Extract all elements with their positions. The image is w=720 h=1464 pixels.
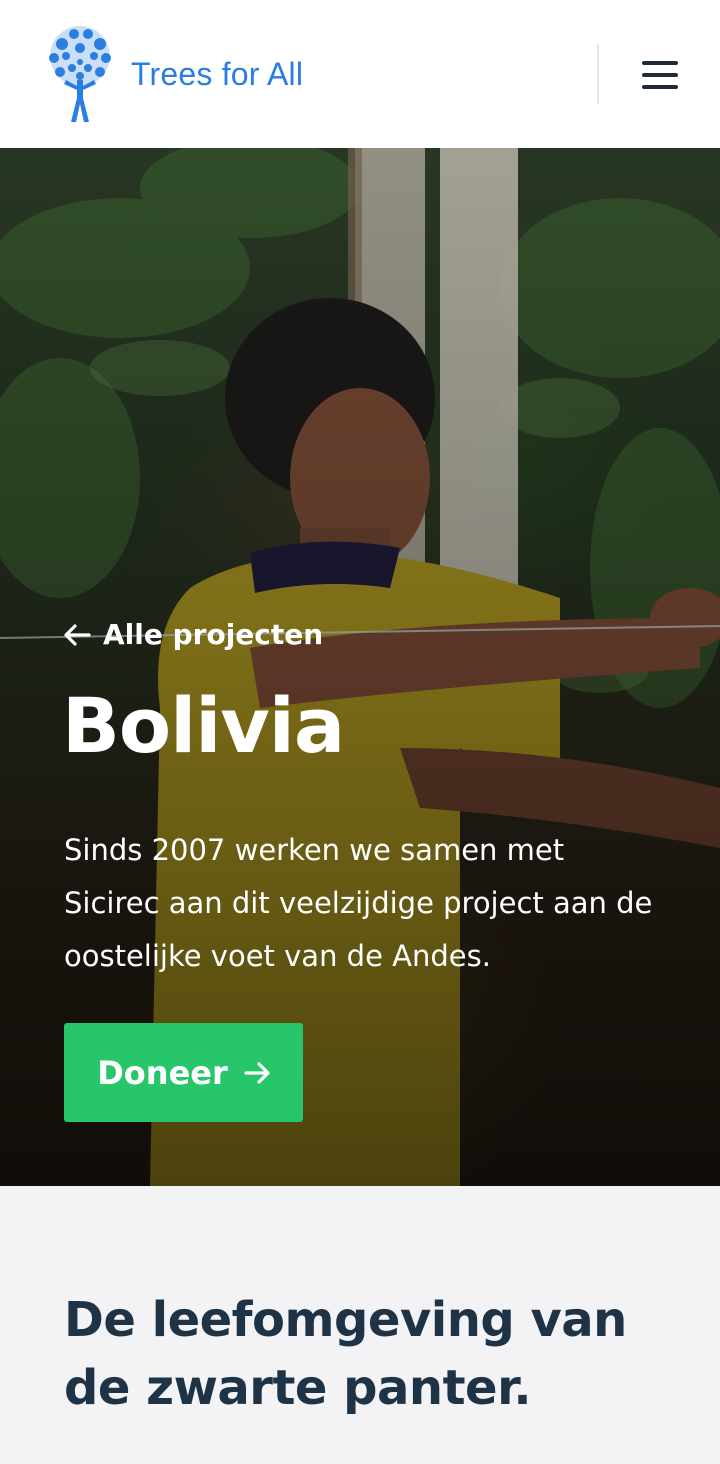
all-projects-link[interactable]: Alle projecten xyxy=(63,618,323,651)
arrow-right-icon xyxy=(244,1061,270,1084)
donate-button[interactable]: Doneer xyxy=(64,1023,303,1122)
hero-banner: Alle projecten Bolivia Sinds 2007 werken… xyxy=(0,148,720,1186)
content-section: De leefomgeving van de zwarte panter. xyxy=(0,1186,720,1464)
hero-description: Sinds 2007 werken we samen met Sicirec a… xyxy=(64,833,653,973)
tree-person-logo-icon[interactable] xyxy=(40,22,120,126)
page-title: Bolivia xyxy=(62,681,345,770)
menu-button[interactable] xyxy=(632,54,688,96)
header-divider xyxy=(597,44,599,104)
site-header: Trees for All xyxy=(0,0,720,148)
section-title: De leefomgeving van de zwarte panter. xyxy=(64,1292,627,1416)
all-projects-label: Alle projecten xyxy=(103,618,324,651)
arrow-left-icon xyxy=(64,623,91,646)
hamburger-menu-icon xyxy=(642,61,678,89)
donate-label: Doneer xyxy=(97,1053,228,1092)
brand-name[interactable]: Trees for All xyxy=(131,56,303,93)
